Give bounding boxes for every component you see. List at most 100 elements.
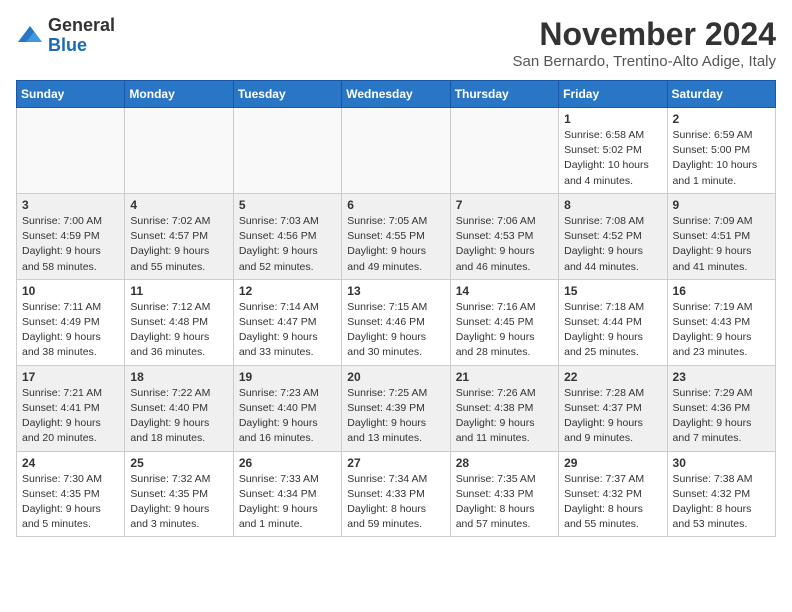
calendar-cell	[17, 108, 125, 194]
location: San Bernardo, Trentino-Alto Adige, Italy	[513, 53, 777, 70]
calendar-header-friday: Friday	[559, 81, 667, 108]
day-info: Sunrise: 7:35 AM Sunset: 4:33 PM Dayligh…	[456, 472, 553, 533]
day-number: 28	[456, 456, 553, 470]
calendar-week-5: 24Sunrise: 7:30 AM Sunset: 4:35 PM Dayli…	[17, 451, 776, 537]
day-number: 19	[239, 370, 336, 384]
calendar-header-tuesday: Tuesday	[233, 81, 341, 108]
calendar-cell: 13Sunrise: 7:15 AM Sunset: 4:46 PM Dayli…	[342, 279, 450, 365]
day-info: Sunrise: 7:19 AM Sunset: 4:43 PM Dayligh…	[673, 300, 770, 361]
day-info: Sunrise: 7:12 AM Sunset: 4:48 PM Dayligh…	[130, 300, 227, 361]
day-info: Sunrise: 7:22 AM Sunset: 4:40 PM Dayligh…	[130, 386, 227, 447]
calendar-cell: 30 Sunrise: 7:38 AM Sunset: 4:32 PM Dayli…	[667, 451, 775, 537]
calendar-cell: 10Sunrise: 7:11 AM Sunset: 4:49 PM Dayli…	[17, 279, 125, 365]
month-title: November 2024	[513, 16, 777, 53]
logo-text: General Blue	[48, 16, 115, 56]
calendar-cell	[342, 108, 450, 194]
day-number: 7	[456, 198, 553, 212]
day-info: Sunrise: 7:00 AM Sunset: 4:59 PM Dayligh…	[22, 214, 119, 275]
calendar-cell: 28 Sunrise: 7:35 AM Sunset: 4:33 PM Dayli…	[450, 451, 558, 537]
day-info: Sunrise: 7:05 AM Sunset: 4:55 PM Dayligh…	[347, 214, 444, 275]
day-info: Sunrise: 7:34 AM Sunset: 4:33 PM Dayligh…	[347, 472, 444, 533]
calendar-cell: 8 Sunrise: 7:08 AM Sunset: 4:52 PM Daylig…	[559, 193, 667, 279]
calendar-week-3: 10Sunrise: 7:11 AM Sunset: 4:49 PM Dayli…	[17, 279, 776, 365]
calendar-cell: 23 Sunrise: 7:29 AM Sunset: 4:36 PM Dayli…	[667, 365, 775, 451]
day-info: Sunrise: 7:14 AM Sunset: 4:47 PM Dayligh…	[239, 300, 336, 361]
calendar-cell: 4 Sunrise: 7:02 AM Sunset: 4:57 PM Daylig…	[125, 193, 233, 279]
day-number: 2	[673, 112, 770, 126]
day-info: Sunrise: 7:11 AM Sunset: 4:49 PM Dayligh…	[22, 300, 119, 361]
day-info: Sunrise: 7:29 AM Sunset: 4:36 PM Dayligh…	[673, 386, 770, 447]
calendar-week-1: 1 Sunrise: 6:58 AM Sunset: 5:02 PM Daylig…	[17, 108, 776, 194]
day-info: Sunrise: 7:23 AM Sunset: 4:40 PM Dayligh…	[239, 386, 336, 447]
calendar-cell	[450, 108, 558, 194]
day-info: Sunrise: 6:58 AM Sunset: 5:02 PM Dayligh…	[564, 128, 661, 189]
calendar-cell: 27 Sunrise: 7:34 AM Sunset: 4:33 PM Dayli…	[342, 451, 450, 537]
calendar-cell: 7Sunrise: 7:06 AM Sunset: 4:53 PM Daylig…	[450, 193, 558, 279]
day-info: Sunrise: 7:37 AM Sunset: 4:32 PM Dayligh…	[564, 472, 661, 533]
day-info: Sunrise: 7:25 AM Sunset: 4:39 PM Dayligh…	[347, 386, 444, 447]
calendar-cell: 2 Sunrise: 6:59 AM Sunset: 5:00 PM Daylig…	[667, 108, 775, 194]
logo: General Blue	[16, 16, 115, 56]
day-info: Sunrise: 7:08 AM Sunset: 4:52 PM Dayligh…	[564, 214, 661, 275]
day-info: Sunrise: 7:28 AM Sunset: 4:37 PM Dayligh…	[564, 386, 661, 447]
calendar-header-thursday: Thursday	[450, 81, 558, 108]
day-number: 22	[564, 370, 661, 384]
calendar-week-2: 3Sunrise: 7:00 AM Sunset: 4:59 PM Daylig…	[17, 193, 776, 279]
day-number: 23	[673, 370, 770, 384]
calendar-cell: 15Sunrise: 7:18 AM Sunset: 4:44 PM Dayli…	[559, 279, 667, 365]
calendar-header-saturday: Saturday	[667, 81, 775, 108]
day-info: Sunrise: 7:26 AM Sunset: 4:38 PM Dayligh…	[456, 386, 553, 447]
day-number: 29	[564, 456, 661, 470]
day-number: 5	[239, 198, 336, 212]
day-number: 1	[564, 112, 661, 126]
calendar-cell: 20Sunrise: 7:25 AM Sunset: 4:39 PM Dayli…	[342, 365, 450, 451]
day-info: Sunrise: 7:38 AM Sunset: 4:32 PM Dayligh…	[673, 472, 770, 533]
calendar-cell: 12 Sunrise: 7:14 AM Sunset: 4:47 PM Dayli…	[233, 279, 341, 365]
day-number: 12	[239, 284, 336, 298]
day-info: Sunrise: 6:59 AM Sunset: 5:00 PM Dayligh…	[673, 128, 770, 189]
day-number: 30	[673, 456, 770, 470]
day-number: 26	[239, 456, 336, 470]
day-number: 14	[456, 284, 553, 298]
calendar-cell: 26Sunrise: 7:33 AM Sunset: 4:34 PM Dayli…	[233, 451, 341, 537]
calendar-header-monday: Monday	[125, 81, 233, 108]
day-number: 21	[456, 370, 553, 384]
day-number: 6	[347, 198, 444, 212]
calendar-cell: 6 Sunrise: 7:05 AM Sunset: 4:55 PM Daylig…	[342, 193, 450, 279]
page-header: General Blue November 2024 San Bernardo,…	[16, 16, 776, 70]
calendar-cell: 1 Sunrise: 6:58 AM Sunset: 5:02 PM Daylig…	[559, 108, 667, 194]
calendar-header-sunday: Sunday	[17, 81, 125, 108]
calendar-cell: 11 Sunrise: 7:12 AM Sunset: 4:48 PM Dayli…	[125, 279, 233, 365]
day-number: 15	[564, 284, 661, 298]
calendar-header-wednesday: Wednesday	[342, 81, 450, 108]
calendar-cell	[125, 108, 233, 194]
day-number: 24	[22, 456, 119, 470]
calendar-cell: 3Sunrise: 7:00 AM Sunset: 4:59 PM Daylig…	[17, 193, 125, 279]
calendar-cell: 16 Sunrise: 7:19 AM Sunset: 4:43 PM Dayli…	[667, 279, 775, 365]
day-info: Sunrise: 7:03 AM Sunset: 4:56 PM Dayligh…	[239, 214, 336, 275]
day-number: 27	[347, 456, 444, 470]
day-info: Sunrise: 7:09 AM Sunset: 4:51 PM Dayligh…	[673, 214, 770, 275]
calendar-cell: 19 Sunrise: 7:23 AM Sunset: 4:40 PM Dayli…	[233, 365, 341, 451]
calendar-cell: 29 Sunrise: 7:37 AM Sunset: 4:32 PM Dayli…	[559, 451, 667, 537]
calendar-cell: 5 Sunrise: 7:03 AM Sunset: 4:56 PM Daylig…	[233, 193, 341, 279]
day-info: Sunrise: 7:16 AM Sunset: 4:45 PM Dayligh…	[456, 300, 553, 361]
day-number: 4	[130, 198, 227, 212]
day-info: Sunrise: 7:02 AM Sunset: 4:57 PM Dayligh…	[130, 214, 227, 275]
calendar-cell: 9 Sunrise: 7:09 AM Sunset: 4:51 PM Daylig…	[667, 193, 775, 279]
day-number: 11	[130, 284, 227, 298]
day-number: 8	[564, 198, 661, 212]
calendar-cell: 18 Sunrise: 7:22 AM Sunset: 4:40 PM Dayli…	[125, 365, 233, 451]
day-number: 16	[673, 284, 770, 298]
calendar-cell: 22 Sunrise: 7:28 AM Sunset: 4:37 PM Dayli…	[559, 365, 667, 451]
day-number: 17	[22, 370, 119, 384]
day-number: 25	[130, 456, 227, 470]
calendar-table: SundayMondayTuesdayWednesdayThursdayFrid…	[16, 80, 776, 537]
calendar-cell: 14 Sunrise: 7:16 AM Sunset: 4:45 PM Dayli…	[450, 279, 558, 365]
calendar-cell: 17Sunrise: 7:21 AM Sunset: 4:41 PM Dayli…	[17, 365, 125, 451]
day-info: Sunrise: 7:15 AM Sunset: 4:46 PM Dayligh…	[347, 300, 444, 361]
calendar-cell	[233, 108, 341, 194]
day-number: 9	[673, 198, 770, 212]
day-number: 18	[130, 370, 227, 384]
calendar-cell: 24Sunrise: 7:30 AM Sunset: 4:35 PM Dayli…	[17, 451, 125, 537]
